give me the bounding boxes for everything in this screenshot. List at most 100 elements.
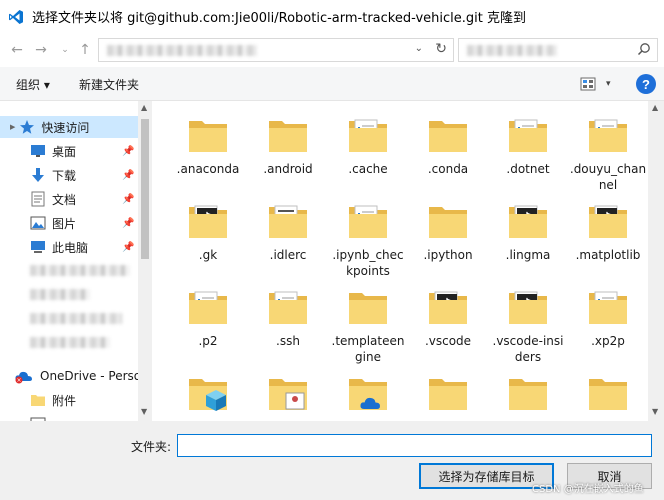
- address-row: ← → ⌄ ↑ ⌄ ↻: [0, 33, 664, 67]
- picture-icon: [30, 216, 46, 230]
- sidebar-item-label: 附件: [52, 393, 77, 408]
- file-list-scrollbar[interactable]: ▲ ▼: [648, 101, 664, 421]
- sidebar-item-quick-access[interactable]: ▶ 快速访问: [0, 116, 138, 138]
- svg-text:×: ×: [16, 377, 21, 384]
- file-item[interactable]: .ipynb_checkpoints: [329, 197, 407, 279]
- file-item[interactable]: [249, 369, 327, 419]
- file-item[interactable]: [409, 369, 487, 419]
- search-box[interactable]: [458, 38, 658, 62]
- file-item[interactable]: .ipython: [409, 197, 487, 263]
- file-name: .dotnet: [506, 162, 550, 176]
- file-name: .xp2p: [591, 334, 625, 348]
- scrollbar-thumb[interactable]: [141, 119, 149, 259]
- file-name: .ipython: [423, 248, 473, 262]
- watermark: CSDN @沉在嵌入式的鱼: [532, 484, 644, 495]
- sidebar-item-onedrive[interactable]: × OneDrive - Perso: [0, 365, 142, 387]
- file-name: .matplotlib: [575, 248, 641, 262]
- address-bar[interactable]: ⌄ ↻: [98, 38, 454, 62]
- sidebar-item-label: 桌面: [52, 144, 77, 159]
- new-folder-button[interactable]: 新建文件夹: [73, 73, 145, 95]
- folder-music-icon: ♪: [589, 205, 627, 238]
- file-item[interactable]: .conda: [409, 111, 487, 177]
- download-icon: [32, 168, 44, 182]
- folder-input[interactable]: [177, 434, 652, 457]
- chevron-down-icon: ▾: [606, 79, 611, 89]
- up-arrow-icon[interactable]: ↑: [74, 39, 96, 61]
- document-icon: [31, 191, 45, 207]
- pin-icon: 📌: [122, 145, 135, 157]
- file-name: .gk: [198, 248, 218, 262]
- file-item[interactable]: .xp2p: [569, 283, 647, 349]
- vscode-icon: [9, 9, 23, 24]
- file-item[interactable]: .android: [249, 111, 327, 177]
- file-item[interactable]: ♪ .vscode: [409, 283, 487, 349]
- sidebar-item-partial[interactable]: [0, 413, 138, 421]
- sidebar-item-downloads[interactable]: 下载 📌: [0, 164, 138, 186]
- scroll-up-icon[interactable]: ▲: [652, 103, 658, 112]
- refresh-icon[interactable]: ↻: [435, 41, 447, 57]
- sidebar-item-label: OneDrive - Perso: [40, 369, 142, 383]
- file-item[interactable]: ♪ .lingma: [489, 197, 567, 263]
- chevron-down-icon: ▶: [10, 123, 16, 131]
- chevron-down-icon[interactable]: ⌄: [415, 43, 423, 54]
- folder-docs-icon: [349, 119, 387, 152]
- file-item[interactable]: .anaconda: [169, 111, 247, 177]
- file-item[interactable]: ♪ .matplotlib: [569, 197, 647, 263]
- file-name: .vscode: [424, 334, 472, 348]
- pin-icon: 📌: [122, 193, 135, 205]
- sidebar-item-pictures[interactable]: 图片 📌: [0, 212, 138, 234]
- file-item[interactable]: ♪ .gk: [169, 197, 247, 263]
- file-item[interactable]: .dotnet: [489, 111, 567, 177]
- help-button[interactable]: ?: [636, 74, 656, 94]
- redacted-sidebar-item: [30, 337, 110, 348]
- folder-docs-icon: [349, 205, 387, 238]
- folder-icon: [429, 207, 467, 238]
- recent-dropdown-icon[interactable]: ⌄: [54, 39, 76, 61]
- scroll-down-icon[interactable]: ▼: [141, 407, 147, 416]
- dialog-footer: 文件夹: 选择为存储库目标 取消 CSDN @沉在嵌入式的鱼: [0, 421, 664, 500]
- file-item[interactable]: .templateengine: [329, 283, 407, 365]
- scroll-down-icon[interactable]: ▼: [652, 407, 658, 416]
- file-item[interactable]: ♪ .vscode-insiders: [489, 283, 567, 365]
- folder-text-icon: [269, 205, 307, 238]
- folder-onedrive-icon: [349, 379, 387, 410]
- forward-arrow-icon[interactable]: →: [30, 39, 52, 61]
- file-name: .cache: [348, 162, 388, 176]
- back-arrow-icon[interactable]: ←: [6, 39, 28, 61]
- organize-button[interactable]: 组织 ▾: [10, 73, 56, 95]
- redacted-sidebar-item: [30, 289, 90, 300]
- file-item[interactable]: [569, 369, 647, 419]
- view-options-button[interactable]: ▾: [574, 73, 617, 95]
- sidebar-item-desktop[interactable]: 桌面 📌: [0, 140, 138, 162]
- redacted-sidebar-item: [30, 313, 122, 324]
- file-item[interactable]: .cache: [329, 111, 407, 177]
- folder-icon: [349, 293, 387, 324]
- file-name: .lingma: [505, 248, 551, 262]
- file-name: .ipynb_checkpoints: [332, 248, 404, 278]
- folder-icon: [31, 395, 45, 406]
- sidebar-item-attachments[interactable]: 附件: [0, 389, 138, 411]
- onedrive-icon: ×: [15, 371, 32, 384]
- window-title: 选择文件夹以将 git@github.com:Jie00li/Robotic-a…: [32, 11, 526, 26]
- sidebar-item-this-pc[interactable]: 此电脑 📌: [0, 236, 138, 258]
- pin-icon: 📌: [122, 241, 135, 253]
- file-item[interactable]: [329, 369, 407, 419]
- sidebar-item-documents[interactable]: 文档 📌: [0, 188, 138, 210]
- file-name: .p2: [198, 334, 218, 348]
- file-item[interactable]: .idlerc: [249, 197, 327, 263]
- view-grid-icon: [580, 77, 596, 91]
- file-item[interactable]: [489, 369, 567, 419]
- search-icon[interactable]: [637, 42, 651, 56]
- folder-label: 文件夹:: [131, 440, 172, 454]
- sidebar-item-label: 图片: [52, 216, 77, 231]
- scroll-up-icon[interactable]: ▲: [141, 103, 147, 112]
- file-item[interactable]: [169, 369, 247, 419]
- file-item[interactable]: .ssh: [249, 283, 327, 349]
- file-name: .anaconda: [176, 162, 240, 176]
- sidebar-item-label: 快速访问: [41, 120, 90, 135]
- folder-docs-icon: [589, 119, 627, 152]
- desktop-icon: [31, 145, 45, 157]
- file-item[interactable]: .p2: [169, 283, 247, 349]
- file-item[interactable]: .douyu_channel: [569, 111, 647, 193]
- sidebar-scrollbar[interactable]: ▲ ▼: [138, 101, 152, 421]
